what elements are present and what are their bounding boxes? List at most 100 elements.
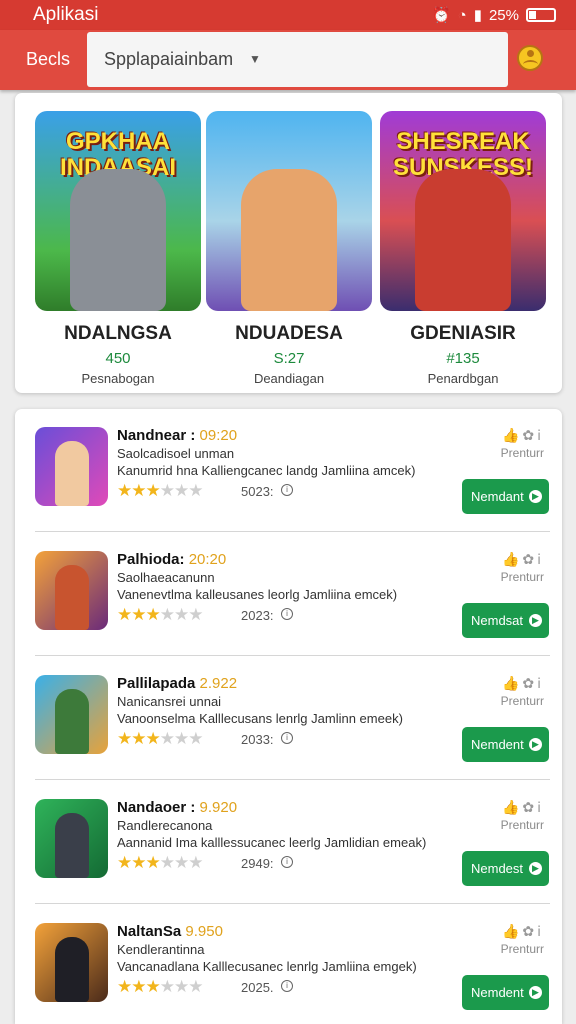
install-button[interactable]: Nemdest ▶ <box>462 851 549 886</box>
star-icon: ★ <box>174 853 189 872</box>
install-button-label: Nemdant <box>471 489 524 504</box>
item-title: NaltanSa 9.950 <box>117 923 223 940</box>
info-icon[interactable]: i <box>281 980 293 992</box>
action-icons[interactable]: 👍✿ⅰ <box>502 675 544 692</box>
character-art <box>55 441 89 506</box>
featured-title: NDUADESA <box>235 323 343 344</box>
item-time: 2.922 <box>199 675 238 692</box>
star-icon: ★ <box>188 481 203 500</box>
star-icon: ★ <box>188 605 203 624</box>
info-icon[interactable]: i <box>281 484 293 496</box>
star-icon: ★ <box>131 481 146 500</box>
character-art <box>241 169 337 311</box>
install-button[interactable]: Nemdant ▶ <box>462 479 549 514</box>
status-bar: Aplikasi ⏰ ◔ ▮ 25% <box>0 0 576 30</box>
item-subtitle: Nanicansrei unnai <box>117 694 222 709</box>
star-icon: ★ <box>159 481 175 500</box>
rating-count: 2033: <box>241 732 274 747</box>
list-item[interactable]: NaltanSa 9.950 Kendlerantinna Vancanadlana… <box>15 905 562 1024</box>
action-icons[interactable]: 👍✿ⅰ <box>502 427 544 444</box>
action-icons[interactable]: 👍✿ⅰ <box>502 799 544 816</box>
install-button-label: Nemdest <box>471 861 524 876</box>
app-thumbnail[interactable] <box>35 923 108 1002</box>
arrow-right-icon: ▶ <box>529 490 542 503</box>
star-icon: ★ <box>159 977 175 996</box>
divider <box>35 655 550 656</box>
featured-card[interactable]: SHESREAK SUNSKESS! GDENIASIR #135 Penardbga… <box>380 111 546 386</box>
item-title: Pallilapada 2.922 <box>117 675 238 692</box>
star-rating: ★★★★★★ <box>117 729 204 749</box>
list-item[interactable]: Palhioda: 20:20 Saolhaeacanunn Vanenevtlma… <box>15 533 562 656</box>
star-icon: ★ <box>188 977 203 996</box>
battery-percent: 25% <box>488 6 519 24</box>
premium-label: Prenturr <box>500 570 544 584</box>
info-icon[interactable]: i <box>281 608 293 620</box>
signal-icon: ▮ <box>473 7 482 24</box>
app-thumbnail[interactable] <box>35 551 108 630</box>
app-thumbnail[interactable] <box>35 799 108 878</box>
featured-subtitle: Penardbgan <box>427 371 499 386</box>
star-icon: ★ <box>145 605 161 624</box>
list-item[interactable]: Nandaoer : 9.920 Randlerecanona Aannanid I… <box>15 781 562 904</box>
install-button[interactable]: Nemdent ▶ <box>462 975 549 1010</box>
list-item[interactable]: Pallilapada 2.922 Nanicansrei unnai Vanoon… <box>15 657 562 780</box>
star-icon: ★ <box>145 977 161 996</box>
featured-cover-image[interactable]: GPKHAA INDAASAI <box>35 111 201 311</box>
status-icons: ⏰ ◔ ▮ 25% <box>432 6 556 24</box>
arrow-right-icon: ▶ <box>529 862 542 875</box>
star-icon: ★ <box>159 853 175 872</box>
action-icons[interactable]: 👍✿ⅰ <box>502 923 544 940</box>
list-item[interactable]: Nandnear : 09:20 Saolcadisoel unman Kanumr… <box>15 409 562 532</box>
featured-cover-image[interactable]: SHESREAK SUNSKESS! <box>380 111 546 311</box>
featured-cover-image[interactable] <box>206 111 372 311</box>
star-icon: ★ <box>131 729 146 748</box>
search-dropdown[interactable]: Spplapaiainbam ▼ <box>87 32 508 87</box>
star-icon: ★ <box>174 605 189 624</box>
alarm-icon: ⏰ <box>431 7 451 24</box>
app-thumbnail[interactable] <box>35 427 108 506</box>
item-title: Palhioda: 20:20 <box>117 551 227 568</box>
rating-count: 5023: <box>241 484 274 499</box>
info-icon[interactable]: i <box>281 856 293 868</box>
featured-price: 450 <box>105 350 131 367</box>
star-rating: ★★★★★★ <box>117 605 204 625</box>
install-button[interactable]: Nemdent ▶ <box>462 727 549 762</box>
item-time: 9.920 <box>199 799 238 816</box>
search-value[interactable]: Spplapaiainbam <box>104 49 233 70</box>
app-thumbnail[interactable] <box>35 675 108 754</box>
wifi-icon: ◔ <box>457 6 467 24</box>
arrow-right-icon: ▶ <box>529 738 542 751</box>
featured-price: S:27 <box>273 350 305 367</box>
featured-card[interactable]: NDUADESA S:27 Deandiagan <box>206 111 372 386</box>
star-icon: ★ <box>131 853 146 872</box>
battery-icon <box>526 8 556 22</box>
star-icon: ★ <box>174 481 189 500</box>
arrow-right-icon: ▶ <box>529 614 542 627</box>
star-icon: ★ <box>131 977 146 996</box>
star-icon: ★ <box>145 729 161 748</box>
star-icon: ★ <box>117 605 132 624</box>
item-subtitle: Kendlerantinna <box>117 942 205 957</box>
user-icon[interactable] <box>517 45 543 71</box>
toolbar-label[interactable]: Becls <box>26 49 70 70</box>
star-rating: ★★★★★★ <box>117 977 204 997</box>
divider <box>35 903 550 904</box>
item-title: Nandaoer : 9.920 <box>117 799 238 816</box>
featured-card[interactable]: GPKHAA INDAASAI NDALNGSA 450 Pesnabogan <box>35 111 201 386</box>
featured-subtitle: Pesnabogan <box>81 371 155 386</box>
divider <box>35 779 550 780</box>
item-time: 9.950 <box>185 923 223 940</box>
star-icon: ★ <box>188 853 203 872</box>
arrow-right-icon: ▶ <box>529 986 542 999</box>
star-icon: ★ <box>117 729 132 748</box>
install-button[interactable]: Nemdsat ▶ <box>462 603 549 638</box>
info-icon[interactable]: i <box>281 732 293 744</box>
character-art <box>55 937 89 1002</box>
app-list: Nandnear : 09:20 Saolcadisoel unman Kanumr… <box>15 409 562 1024</box>
premium-label: Prenturr <box>500 446 544 460</box>
star-icon: ★ <box>117 481 132 500</box>
star-icon: ★ <box>117 853 132 872</box>
chevron-down-icon[interactable]: ▼ <box>249 52 261 66</box>
star-icon: ★ <box>131 605 146 624</box>
action-icons[interactable]: 👍✿ⅰ <box>502 551 544 568</box>
